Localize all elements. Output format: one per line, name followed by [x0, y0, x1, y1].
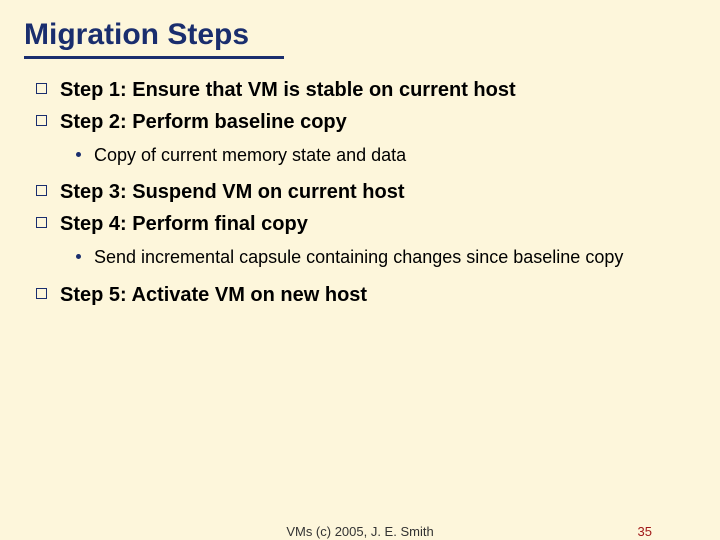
step-5: Step 5: Activate VM on new host — [30, 282, 696, 308]
step-2-detail: Copy of current memory state and data — [70, 143, 696, 167]
step-3: Step 3: Suspend VM on current host — [30, 179, 696, 205]
title-underline — [24, 56, 284, 59]
slide-title: Migration Steps — [24, 18, 696, 52]
bullet-list: Step 1: Ensure that VM is stable on curr… — [30, 77, 696, 135]
sub-list-step-4: Send incremental capsule containing chan… — [70, 245, 696, 269]
page-number: 35 — [638, 524, 652, 539]
step-2: Step 2: Perform baseline copy — [30, 109, 696, 135]
sub-list-step-2: Copy of current memory state and data — [70, 143, 696, 167]
footer-copyright: VMs (c) 2005, J. E. Smith — [286, 524, 433, 539]
bullet-list-3: Step 5: Activate VM on new host — [30, 282, 696, 308]
step-1: Step 1: Ensure that VM is stable on curr… — [30, 77, 696, 103]
slide: Migration Steps Step 1: Ensure that VM i… — [0, 0, 720, 540]
bullet-list-2: Step 3: Suspend VM on current host Step … — [30, 179, 696, 237]
step-4-detail: Send incremental capsule containing chan… — [70, 245, 696, 269]
step-4: Step 4: Perform final copy — [30, 211, 696, 237]
